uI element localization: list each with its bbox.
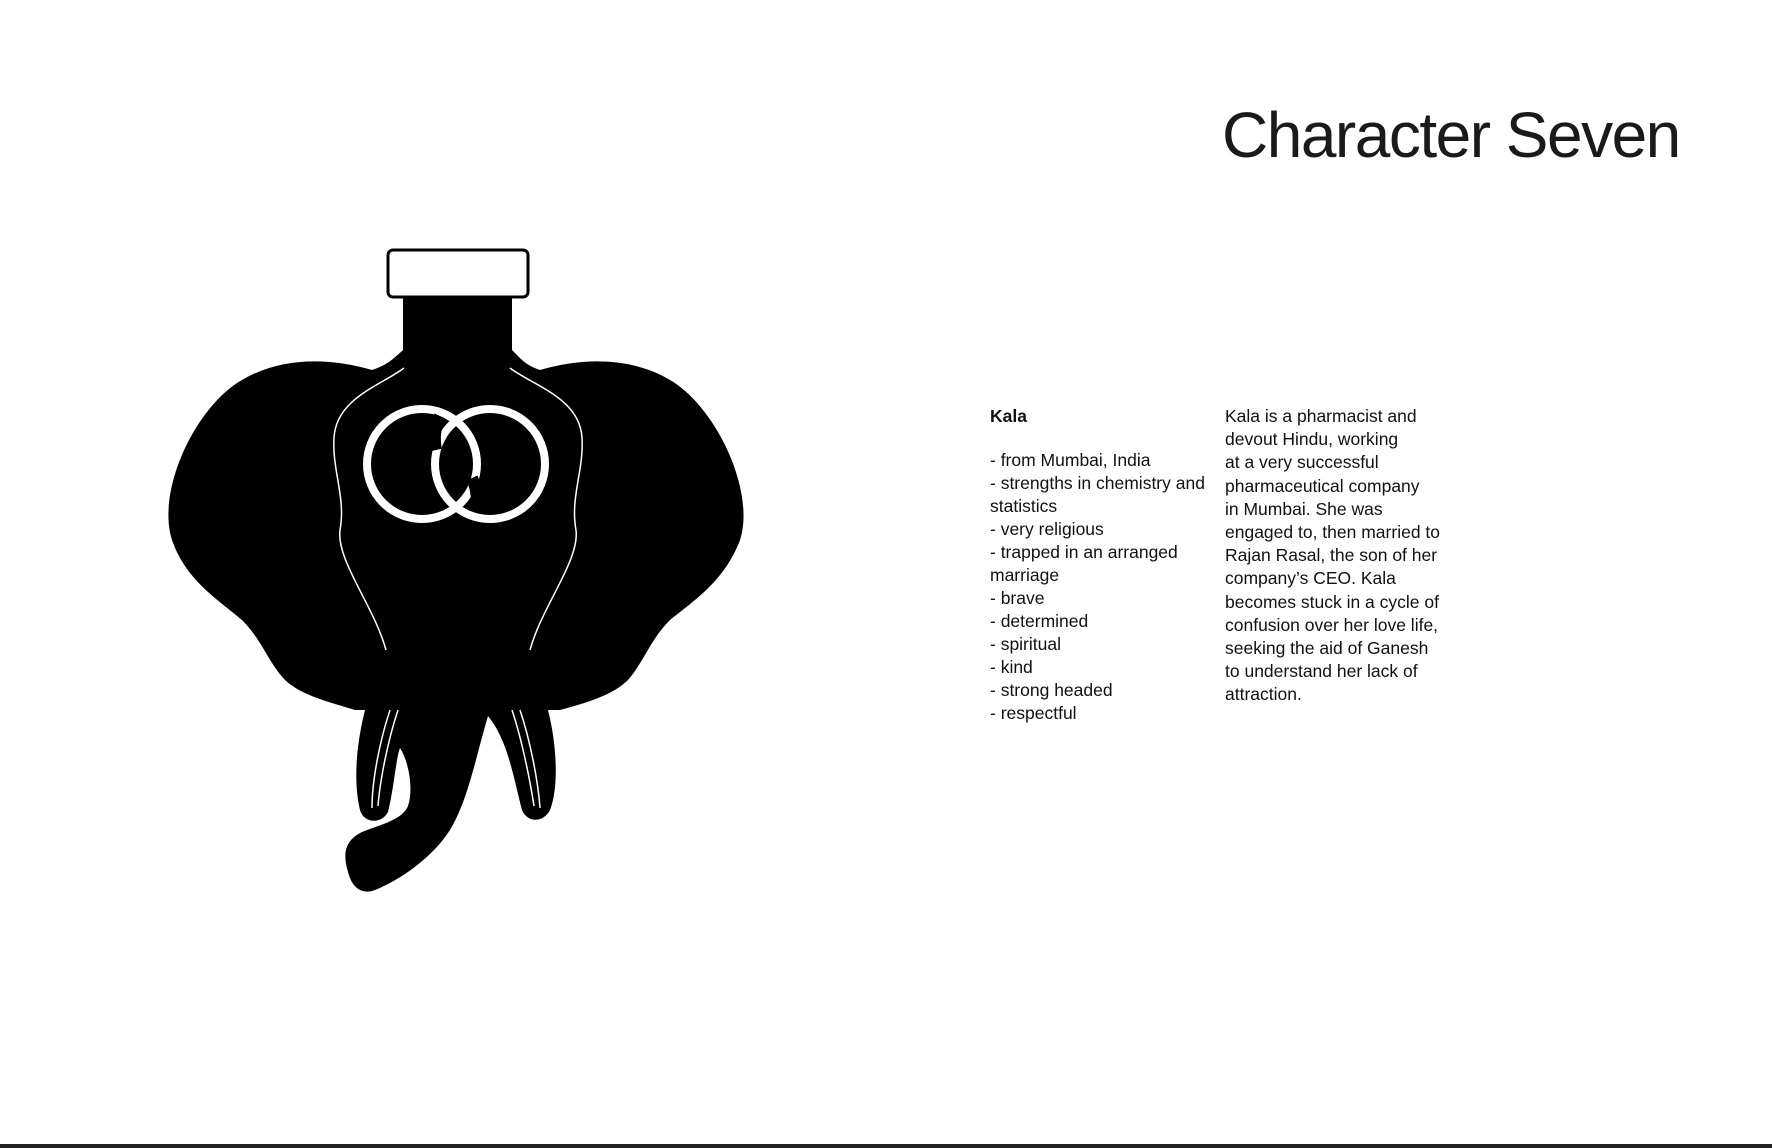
trait-list: - from Mumbai, India - strengths in chem… [990,449,1215,725]
bio-line: pharmaceutical company [1225,475,1420,496]
bio-line: Kala is a pharmacist and [1225,406,1417,426]
trait-item: - respectful [990,703,1077,723]
bio-line: devout Hindu, working [1225,429,1399,450]
bio-line: confusion over her love life, [1225,614,1439,635]
bio-line: becomes stuck in a cycle of [1225,591,1439,612]
trait-item: - brave [990,588,1045,608]
character-bio: Kala is a pharmacist and devout Hindu, w… [1225,405,1440,707]
bio-line: at a very successful [1225,452,1379,473]
bio-line: in Mumbai. She was [1225,498,1383,519]
trait-item: - very religious [990,519,1104,539]
trait-item: - from Mumbai, India [990,450,1151,470]
trait-item: - determined [990,611,1089,631]
trait-item: - kind [990,657,1033,677]
elephant-bottle-icon [168,248,744,892]
trait-item: - strong headed [990,680,1113,700]
page-bottom-rule [0,1144,1772,1148]
bio-line: to understand her lack of [1225,661,1418,682]
bio-line: Rajan Rasal, the son of her [1225,545,1438,566]
bio-line: engaged to, then married to [1225,522,1441,543]
bottle-cap [386,248,530,299]
elephant-head-silhouette [168,296,744,892]
trait-item: - strengths in chemistry and statistics [990,473,1205,516]
character-illustration [150,240,760,900]
bio-line: company’s CEO. Kala [1225,568,1396,589]
character-name: Kala [990,406,1027,426]
bio-line: seeking the aid of Ganesh [1225,638,1429,659]
character-traits-column: Kala - from Mumbai, India - strengths in… [990,405,1215,725]
trait-item: - spiritual [990,634,1061,654]
trait-item: - trapped in an arranged marriage [990,542,1178,585]
page-title: Character Seven [1222,98,1681,171]
bio-line: attraction. [1225,684,1302,705]
